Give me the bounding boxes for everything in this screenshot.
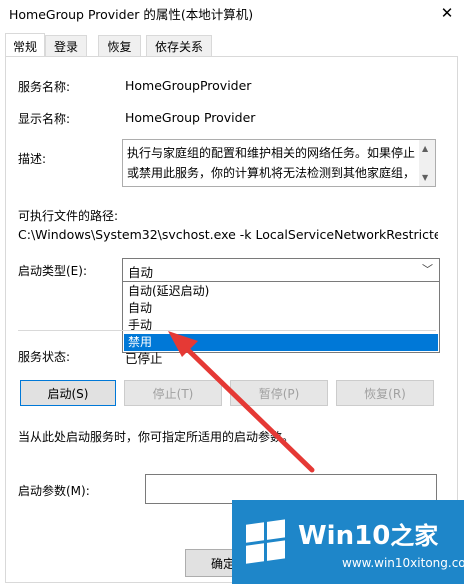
description-scrollbar[interactable]: ▲ ▼ <box>419 140 435 186</box>
resume-button[interactable]: 恢复(R) <box>336 380 434 406</box>
start-params-label: 启动参数(M): <box>18 484 90 498</box>
description-line-1: 执行与家庭组的配置和维护相关的网络任务。如果停止 <box>127 146 416 160</box>
description-box[interactable]: 执行与家庭组的配置和维护相关的网络任务。如果停止 或禁用此服务，你的计算机将无法… <box>122 139 436 187</box>
watermark-url: www.win10xitong.com <box>342 556 464 570</box>
start-params-hint: 当从此处启动服务时，你可指定所适用的启动参数。 <box>18 430 295 444</box>
service-name-label: 服务名称: <box>18 80 71 94</box>
watermark-brand-zh: 之家 <box>390 522 439 550</box>
scroll-down-icon[interactable]: ▼ <box>422 173 428 182</box>
title-bar: HomeGroup Provider 的属性(本地计算机) ✕ <box>0 0 464 26</box>
option-disabled[interactable]: 禁用 <box>124 334 438 351</box>
exe-path-value: C:\Windows\System32\svchost.exe -k Local… <box>18 227 438 242</box>
startup-type-label: 启动类型(E): <box>18 264 87 278</box>
startup-type-select[interactable]: 自动 ﹀ <box>122 258 440 282</box>
startup-type-current: 自动 <box>128 265 154 280</box>
tab-logon[interactable]: 登录 <box>45 35 87 57</box>
chevron-down-icon[interactable]: ﹀ <box>422 261 433 277</box>
watermark: Win10之家 www.win10xitong.com <box>232 500 464 584</box>
close-icon[interactable]: ✕ <box>430 0 464 26</box>
stop-button[interactable]: 停止(T) <box>124 380 222 406</box>
tab-recovery[interactable]: 恢复 <box>98 35 141 57</box>
windows-logo-icon <box>246 519 286 565</box>
start-button[interactable]: 启动(S) <box>20 380 116 406</box>
service-name-value: HomeGroupProvider <box>125 78 252 93</box>
option-manual[interactable]: 手动 <box>124 317 438 334</box>
tab-general[interactable]: 常规 <box>5 33 45 58</box>
pause-button[interactable]: 暂停(P) <box>230 380 328 406</box>
description-line-2: 或禁用此服务，你的计算机将无法检测到其他家庭组， <box>127 166 416 180</box>
option-auto-delayed[interactable]: 自动(延迟启动) <box>124 283 438 300</box>
window-title: HomeGroup Provider 的属性(本地计算机) <box>9 7 254 22</box>
description-label: 描述: <box>18 152 47 166</box>
scroll-up-icon[interactable]: ▲ <box>422 144 428 153</box>
startup-type-dropdown: 自动(延迟启动) 自动 手动 禁用 <box>122 281 440 353</box>
tab-dependencies[interactable]: 依存关系 <box>146 35 212 57</box>
watermark-brand-en: Win10 <box>298 521 391 551</box>
display-name-label: 显示名称: <box>18 112 71 126</box>
option-auto[interactable]: 自动 <box>124 300 438 317</box>
display-name-value: HomeGroup Provider <box>125 110 256 125</box>
service-status-value: 已停止 <box>125 351 163 366</box>
service-status-label: 服务状态: <box>18 350 71 364</box>
watermark-brand: Win10之家 <box>298 516 438 551</box>
exe-path-label: 可执行文件的路径: <box>18 209 119 223</box>
separator <box>18 330 436 331</box>
